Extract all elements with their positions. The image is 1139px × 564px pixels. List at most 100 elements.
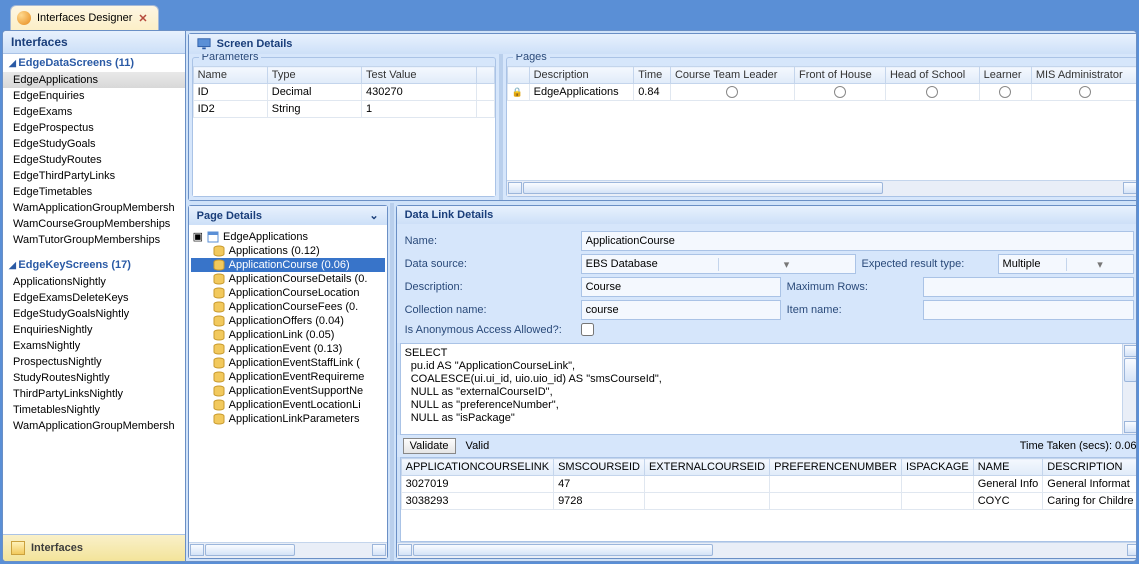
expected-combo[interactable]: Multiple▾ (998, 254, 1135, 274)
database-icon (213, 273, 225, 285)
tree-item[interactable]: WamCourseGroupMemberships (3, 216, 185, 232)
tree-item[interactable]: EdgeExams (3, 104, 185, 120)
database-icon (213, 371, 225, 383)
monitor-icon (197, 37, 211, 51)
page-node[interactable]: ApplicationEventRequireme (191, 370, 385, 384)
expected-label: Expected result type: (862, 258, 992, 270)
tab-title: Interfaces Designer (37, 12, 132, 24)
tree-item[interactable]: EdgeStudyGoalsNightly (3, 306, 185, 322)
tree-item[interactable]: ThirdPartyLinksNightly (3, 386, 185, 402)
database-icon (213, 259, 225, 271)
page-node[interactable]: ApplicationLink (0.05) (191, 328, 385, 342)
maxrows-input[interactable] (923, 277, 1135, 297)
page-node[interactable]: ApplicationEventLocationLi (191, 398, 385, 412)
tree-section[interactable]: EdgeDataScreens (11) (3, 54, 185, 72)
tree-item[interactable]: EnquiriesNightly (3, 322, 185, 338)
description-label: Description: (405, 281, 575, 293)
datasource-value: EBS Database (582, 258, 718, 270)
minus-icon[interactable]: ▣ (193, 230, 203, 243)
tree-item[interactable]: StudyRoutesNightly (3, 370, 185, 386)
tree-item[interactable]: EdgeProspectus (3, 120, 185, 136)
datalink-title: Data Link Details (405, 209, 494, 221)
database-icon (213, 413, 225, 425)
tree-item[interactable]: EdgeEnquiries (3, 88, 185, 104)
tree-item[interactable]: ApplicationsNightly (3, 274, 185, 290)
interfaces-footer-button[interactable]: Interfaces (3, 534, 185, 561)
page-node[interactable]: ApplicationOffers (0.04) (191, 314, 385, 328)
page-node[interactable]: ApplicationEvent (0.13) (191, 342, 385, 356)
time-taken: Time Taken (secs): 0.06 (1020, 440, 1137, 452)
valid-status: Valid (466, 440, 490, 452)
pages-legend: Pages (513, 54, 550, 63)
page-details-hscroll[interactable] (189, 542, 387, 558)
chevron-down-icon[interactable]: ⌄ (369, 209, 378, 222)
description-input[interactable] (581, 277, 781, 297)
database-icon (213, 301, 225, 313)
pages-hscroll[interactable] (507, 180, 1137, 196)
database-icon (213, 357, 225, 369)
database-icon (213, 315, 225, 327)
page-node[interactable]: ApplicationCourseLocation (191, 286, 385, 300)
splitter-params-pages[interactable] (499, 54, 503, 200)
collection-label: Collection name: (405, 304, 575, 316)
page-icon (207, 231, 219, 243)
tree-item[interactable]: EdgeApplications (3, 72, 185, 88)
tree-item[interactable]: WamApplicationGroupMembersh (3, 200, 185, 216)
maxrows-label: Maximum Rows: (787, 281, 917, 293)
collection-input[interactable] (581, 300, 781, 320)
itemname-input[interactable] (923, 300, 1135, 320)
tree-item[interactable]: TimetablesNightly (3, 402, 185, 418)
tree-section[interactable]: EdgeKeyScreens (17) (3, 256, 185, 274)
page-node[interactable]: ApplicationCourse (0.06) (191, 258, 385, 272)
tree-item[interactable]: WamApplicationGroupMembersh (3, 418, 185, 434)
name-label: Name: (405, 235, 575, 247)
validate-button[interactable]: Validate (403, 438, 456, 454)
page-node[interactable]: ApplicationEventSupportNe (191, 384, 385, 398)
tree-item[interactable]: EdgeStudyGoals (3, 136, 185, 152)
page-node[interactable]: ApplicationLinkParameters (191, 412, 385, 426)
database-icon (213, 385, 225, 397)
app-icon (17, 11, 31, 25)
name-input[interactable] (581, 231, 1135, 251)
database-icon (213, 399, 225, 411)
tree-item[interactable]: EdgeExamsDeleteKeys (3, 290, 185, 306)
dropdown-icon: ▾ (1066, 258, 1134, 271)
page-node[interactable]: Applications (0.12) (191, 244, 385, 258)
database-icon (213, 245, 225, 257)
splitter-page-datalink[interactable] (390, 203, 394, 561)
interfaces-footer-label: Interfaces (31, 542, 83, 554)
page-node[interactable]: ApplicationEventStaffLink ( (191, 356, 385, 370)
tree-item[interactable]: EdgeStudyRoutes (3, 152, 185, 168)
tree-item[interactable]: ExamsNightly (3, 338, 185, 354)
result-grid[interactable]: APPLICATIONCOURSELINKSMSCOURSEIDEXTERNAL… (400, 457, 1137, 542)
anon-label: Is Anonymous Access Allowed?: (405, 324, 575, 336)
parameters-grid[interactable]: NameTypeTest ValueIDDecimal430270ID2Stri… (193, 66, 495, 196)
page-root[interactable]: ▣EdgeApplications (191, 229, 385, 244)
dropdown-icon: ▾ (718, 258, 855, 271)
interfaces-tree[interactable]: EdgeDataScreens (11)EdgeApplicationsEdge… (3, 54, 185, 534)
database-icon (213, 287, 225, 299)
tree-item[interactable]: EdgeThirdPartyLinks (3, 168, 185, 184)
sql-textarea[interactable]: SELECT pu.id AS "ApplicationCourseLink",… (400, 343, 1137, 435)
tree-item[interactable]: WamTutorGroupMemberships (3, 232, 185, 248)
screen-details-title: Screen Details (217, 38, 293, 50)
database-icon (213, 343, 225, 355)
sql-vscroll[interactable] (1122, 344, 1137, 434)
close-icon[interactable]: ✕ (138, 12, 147, 25)
database-icon (213, 329, 225, 341)
sql-text: SELECT pu.id AS "ApplicationCourseLink",… (405, 347, 662, 424)
tree-item[interactable]: ProspectusNightly (3, 354, 185, 370)
page-node[interactable]: ApplicationCourseFees (0. (191, 300, 385, 314)
interfaces-icon (11, 541, 25, 555)
page-details-title: Page Details (197, 210, 262, 222)
result-hscroll[interactable] (397, 542, 1137, 558)
datasource-combo[interactable]: EBS Database▾ (581, 254, 856, 274)
parameters-legend: Parameters (199, 54, 262, 63)
anon-checkbox[interactable] (581, 323, 594, 336)
page-details-tree[interactable]: ▣EdgeApplicationsApplications (0.12)Appl… (189, 225, 387, 542)
designer-tab[interactable]: Interfaces Designer ✕ (10, 5, 159, 30)
tree-item[interactable]: EdgeTimetables (3, 184, 185, 200)
datasource-label: Data source: (405, 258, 575, 270)
pages-grid[interactable]: DescriptionTimeCourse Team LeaderFront o… (507, 66, 1137, 180)
page-node[interactable]: ApplicationCourseDetails (0. (191, 272, 385, 286)
